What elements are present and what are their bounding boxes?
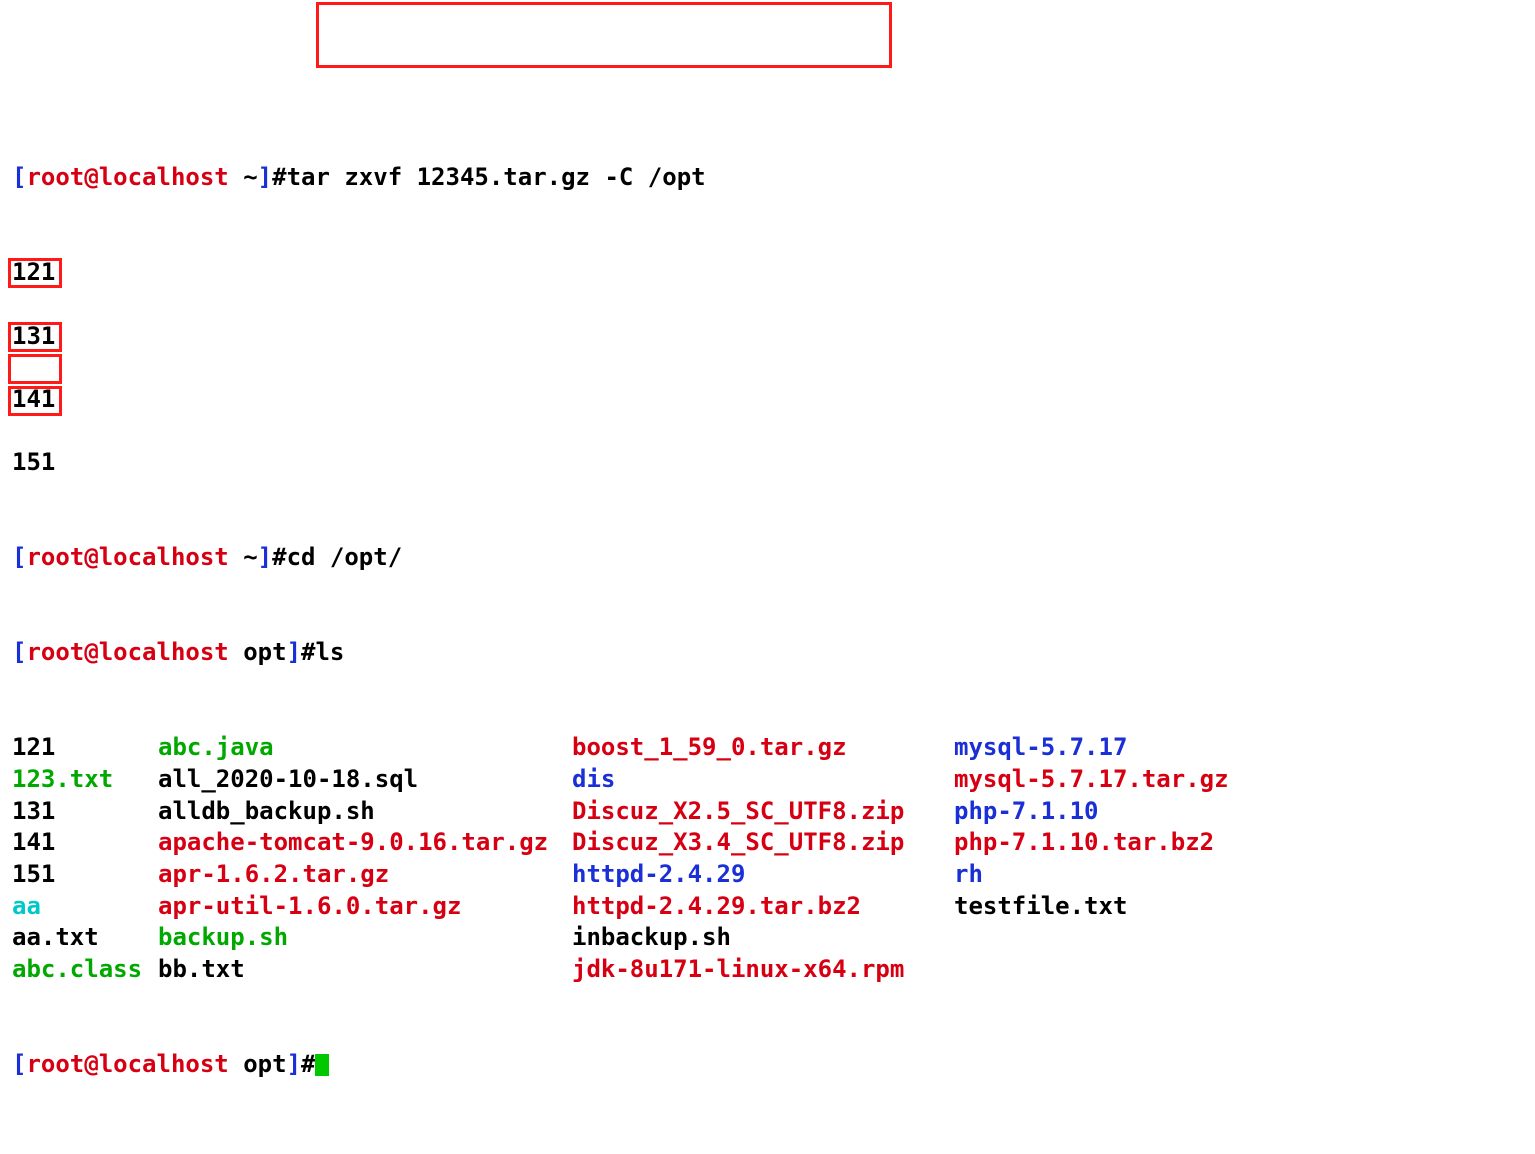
highlight-box-141: [8, 354, 62, 384]
ls-entry: aa: [12, 891, 158, 923]
ls-entry: abc.java: [158, 732, 572, 764]
ls-entry: httpd-2.4.29.tar.bz2: [572, 891, 954, 923]
ls-entry: apache-tomcat-9.0.16.tar.gz: [158, 827, 572, 859]
ls-entry: mysql-5.7.17: [954, 732, 1127, 764]
ls-entry: jdk-8u171-linux-x64.rpm: [572, 954, 954, 986]
ls-entry: dis: [572, 764, 954, 796]
prompt-dir: ~: [243, 163, 257, 191]
ls-entry: php-7.1.10.tar.bz2: [954, 827, 1214, 859]
ls-entry: boost_1_59_0.tar.gz: [572, 732, 954, 764]
output-line: 141: [12, 384, 1523, 416]
output-line: 121: [12, 257, 1523, 289]
ls-entry: rh: [954, 859, 983, 891]
ls-entry: bb.txt: [158, 954, 572, 986]
ls-entry: httpd-2.4.29: [572, 859, 954, 891]
ls-entry: apr-1.6.2.tar.gz: [158, 859, 572, 891]
ls-entry: 151: [12, 859, 158, 891]
ls-entry: inbackup.sh: [572, 922, 954, 954]
command-text: cd /opt/: [287, 543, 403, 571]
terminal-line[interactable]: [root@localhost ~]#tar zxvf 12345.tar.gz…: [12, 162, 1523, 194]
terminal-line[interactable]: [root@localhost opt]#: [12, 1049, 1523, 1081]
output-line: 131: [12, 321, 1523, 353]
ls-row: 141apache-tomcat-9.0.16.tar.gzDiscuz_X3.…: [12, 827, 1523, 859]
prompt-at: @: [84, 163, 98, 191]
cursor-icon: [315, 1054, 329, 1076]
ls-row: abc.classbb.txtjdk-8u171-linux-x64.rpm: [12, 954, 1523, 986]
ls-entry: mysql-5.7.17.tar.gz: [954, 764, 1229, 796]
ls-row: 131alldb_backup.shDiscuz_X2.5_SC_UTF8.zi…: [12, 796, 1523, 828]
highlight-box-command: [316, 2, 892, 68]
ls-entry: testfile.txt: [954, 891, 1127, 923]
ls-output: 121abc.javaboost_1_59_0.tar.gzmysql-5.7.…: [12, 732, 1523, 985]
ls-entry: alldb_backup.sh: [158, 796, 572, 828]
ls-row: aaapr-util-1.6.0.tar.gzhttpd-2.4.29.tar.…: [12, 891, 1523, 923]
command-text: tar zxvf 12345.tar.gz -C /opt: [287, 163, 706, 191]
prompt-symbol: #: [272, 163, 286, 191]
ls-entry: aa.txt: [12, 922, 158, 954]
prompt-host: localhost: [99, 163, 229, 191]
terminal-line[interactable]: [root@localhost opt]#ls: [12, 637, 1523, 669]
ls-entry: 121: [12, 732, 158, 764]
prompt-bracket: ]: [258, 163, 272, 191]
command-text: ls: [315, 638, 344, 666]
prompt-bracket: [: [12, 163, 26, 191]
ls-entry: php-7.1.10: [954, 796, 1099, 828]
ls-entry: 123.txt: [12, 764, 158, 796]
ls-entry: 141: [12, 827, 158, 859]
ls-entry: Discuz_X2.5_SC_UTF8.zip: [572, 796, 954, 828]
ls-row: 151apr-1.6.2.tar.gzhttpd-2.4.29rh: [12, 859, 1523, 891]
ls-row: 121abc.javaboost_1_59_0.tar.gzmysql-5.7.…: [12, 732, 1523, 764]
terminal-line[interactable]: [root@localhost ~]#cd /opt/: [12, 542, 1523, 574]
ls-entry: backup.sh: [158, 922, 572, 954]
output-line: 151: [12, 447, 1523, 479]
prompt-user: root: [26, 163, 84, 191]
ls-row: 123.txtall_2020-10-18.sqldismysql-5.7.17…: [12, 764, 1523, 796]
ls-entry: abc.class: [12, 954, 158, 986]
ls-entry: apr-util-1.6.0.tar.gz: [158, 891, 572, 923]
ls-entry: 131: [12, 796, 158, 828]
ls-entry: Discuz_X3.4_SC_UTF8.zip: [572, 827, 954, 859]
ls-entry: all_2020-10-18.sql: [158, 764, 572, 796]
ls-row: aa.txtbackup.shinbackup.sh: [12, 922, 1523, 954]
